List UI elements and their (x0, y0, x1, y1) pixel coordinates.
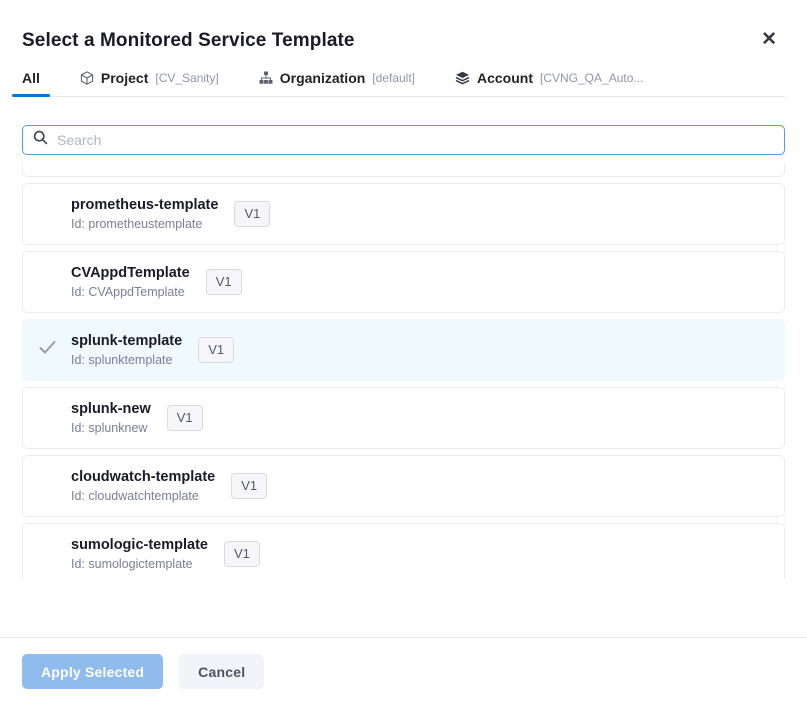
template-id: Id: splunktemplate (71, 353, 182, 367)
tab-bar: All Project [CV_Sanity] Organization [de… (12, 70, 785, 97)
search-icon (33, 130, 48, 150)
template-id: Id: sumologictemplate (71, 557, 208, 571)
search-box[interactable] (22, 125, 785, 155)
tab-account[interactable]: Account [CVNG_QA_Auto... (445, 70, 653, 96)
template-list[interactable]: prometheus-template Id: prometheustempla… (22, 164, 785, 579)
layers-icon (455, 71, 470, 85)
tab-label: Organization (280, 70, 366, 86)
template-name: cloudwatch-template (71, 469, 215, 485)
list-item[interactable]: sumologic-template Id: sumologictemplate… (22, 523, 785, 579)
modal-header: Select a Monitored Service Template ✕ (0, 0, 807, 52)
list-item[interactable]: prometheus-template Id: prometheustempla… (22, 183, 785, 245)
cancel-button[interactable]: Cancel (179, 654, 264, 689)
search-input[interactable] (57, 132, 774, 148)
template-id: Id: cloudwatchtemplate (71, 489, 215, 503)
template-name: prometheus-template (71, 197, 218, 213)
tab-scope: [default] (372, 71, 415, 85)
template-name: splunk-template (71, 333, 182, 349)
tab-label: All (22, 70, 40, 86)
template-id: Id: CVAppdTemplate (71, 285, 190, 299)
tab-scope: [CVNG_QA_Auto... (540, 71, 643, 85)
search-row (22, 125, 785, 155)
list-item[interactable]: cloudwatch-template Id: cloudwatchtempla… (22, 455, 785, 517)
tab-all[interactable]: All (12, 70, 50, 96)
list-item-partial[interactable] (22, 164, 785, 177)
sitemap-icon (259, 71, 273, 85)
template-name: splunk-new (71, 401, 151, 417)
close-icon[interactable]: ✕ (757, 30, 781, 50)
tab-label: Project (101, 70, 148, 86)
tab-organization[interactable]: Organization [default] (249, 70, 425, 96)
tab-label: Account (477, 70, 533, 86)
tab-project[interactable]: Project [CV_Sanity] (70, 70, 229, 96)
tab-scope: [CV_Sanity] (155, 71, 218, 85)
version-badge: V1 (206, 269, 242, 295)
version-badge: V1 (234, 201, 270, 227)
template-name: sumologic-template (71, 537, 208, 553)
modal-title: Select a Monitored Service Template (22, 30, 355, 52)
version-badge: V1 (231, 473, 267, 499)
template-name: CVAppdTemplate (71, 265, 190, 281)
list-item[interactable]: CVAppdTemplate Id: CVAppdTemplate V1 (22, 251, 785, 313)
version-badge: V1 (224, 541, 260, 567)
version-badge: V1 (167, 405, 203, 431)
modal-footer: Apply Selected Cancel (0, 638, 807, 705)
list-item[interactable]: splunk-template Id: splunktemplate V1 (22, 319, 785, 381)
template-id: Id: prometheustemplate (71, 217, 218, 231)
template-id: Id: splunknew (71, 421, 151, 435)
checkmark-icon (39, 341, 56, 360)
version-badge: V1 (198, 337, 234, 363)
apply-selected-button[interactable]: Apply Selected (22, 654, 163, 689)
cube-icon (80, 71, 94, 85)
list-item[interactable]: splunk-new Id: splunknew V1 (22, 387, 785, 449)
select-template-modal: Select a Monitored Service Template ✕ Al… (0, 0, 807, 712)
